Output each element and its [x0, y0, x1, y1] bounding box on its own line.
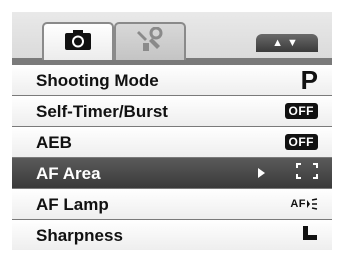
af-lamp-value: AF: [290, 189, 318, 219]
menu-item-self-timer-burst[interactable]: Self-Timer/Burst OFF: [12, 96, 332, 126]
menu-item-label: Self-Timer/Burst: [36, 102, 168, 121]
program-mode-icon: P: [300, 65, 318, 95]
camera-icon: [63, 28, 93, 57]
af-lamp-icon: AF: [290, 198, 306, 210]
tab-setup[interactable]: [114, 22, 186, 60]
af-lamp-rays-icon: [307, 198, 318, 210]
shooting-mode-value: P: [301, 65, 318, 95]
menu-item-label: AEB: [36, 133, 72, 152]
submenu-arrow-icon: [258, 168, 265, 178]
menu-item-sharpness[interactable]: Sharpness: [12, 220, 332, 250]
off-badge: OFF: [284, 103, 318, 119]
menu-panel: Shooting Mode P Self-Timer/Burst OFF AEB…: [12, 58, 332, 250]
sharpness-value: [302, 220, 318, 250]
aeb-value: OFF: [284, 127, 318, 157]
menu-item-label: Sharpness: [36, 226, 123, 245]
wrench-icon: [135, 26, 165, 58]
scroll-indicator[interactable]: ▲▼: [256, 34, 318, 52]
menu-item-label: AF Area: [36, 164, 101, 183]
menu-item-label: AF Lamp: [36, 195, 109, 214]
menu-item-aeb[interactable]: AEB OFF: [12, 127, 332, 157]
af-area-bracket-icon: [296, 162, 318, 184]
menu-item-label: Shooting Mode: [36, 71, 159, 90]
menu-item-af-lamp[interactable]: AF Lamp AF: [12, 189, 332, 219]
menu-item-shooting-mode[interactable]: Shooting Mode P: [12, 65, 332, 95]
off-badge: OFF: [284, 134, 318, 150]
self-timer-value: OFF: [284, 96, 318, 126]
scroll-arrows-icon: ▲▼: [272, 37, 302, 49]
af-area-value: [296, 158, 318, 188]
sharpness-icon: [302, 225, 318, 246]
camera-menu-screen: ▲▼ Shooting Mode P Self-Timer/Burst OFF …: [0, 0, 340, 258]
tab-camera[interactable]: [42, 22, 114, 60]
menu-item-af-area[interactable]: AF Area: [12, 158, 332, 188]
